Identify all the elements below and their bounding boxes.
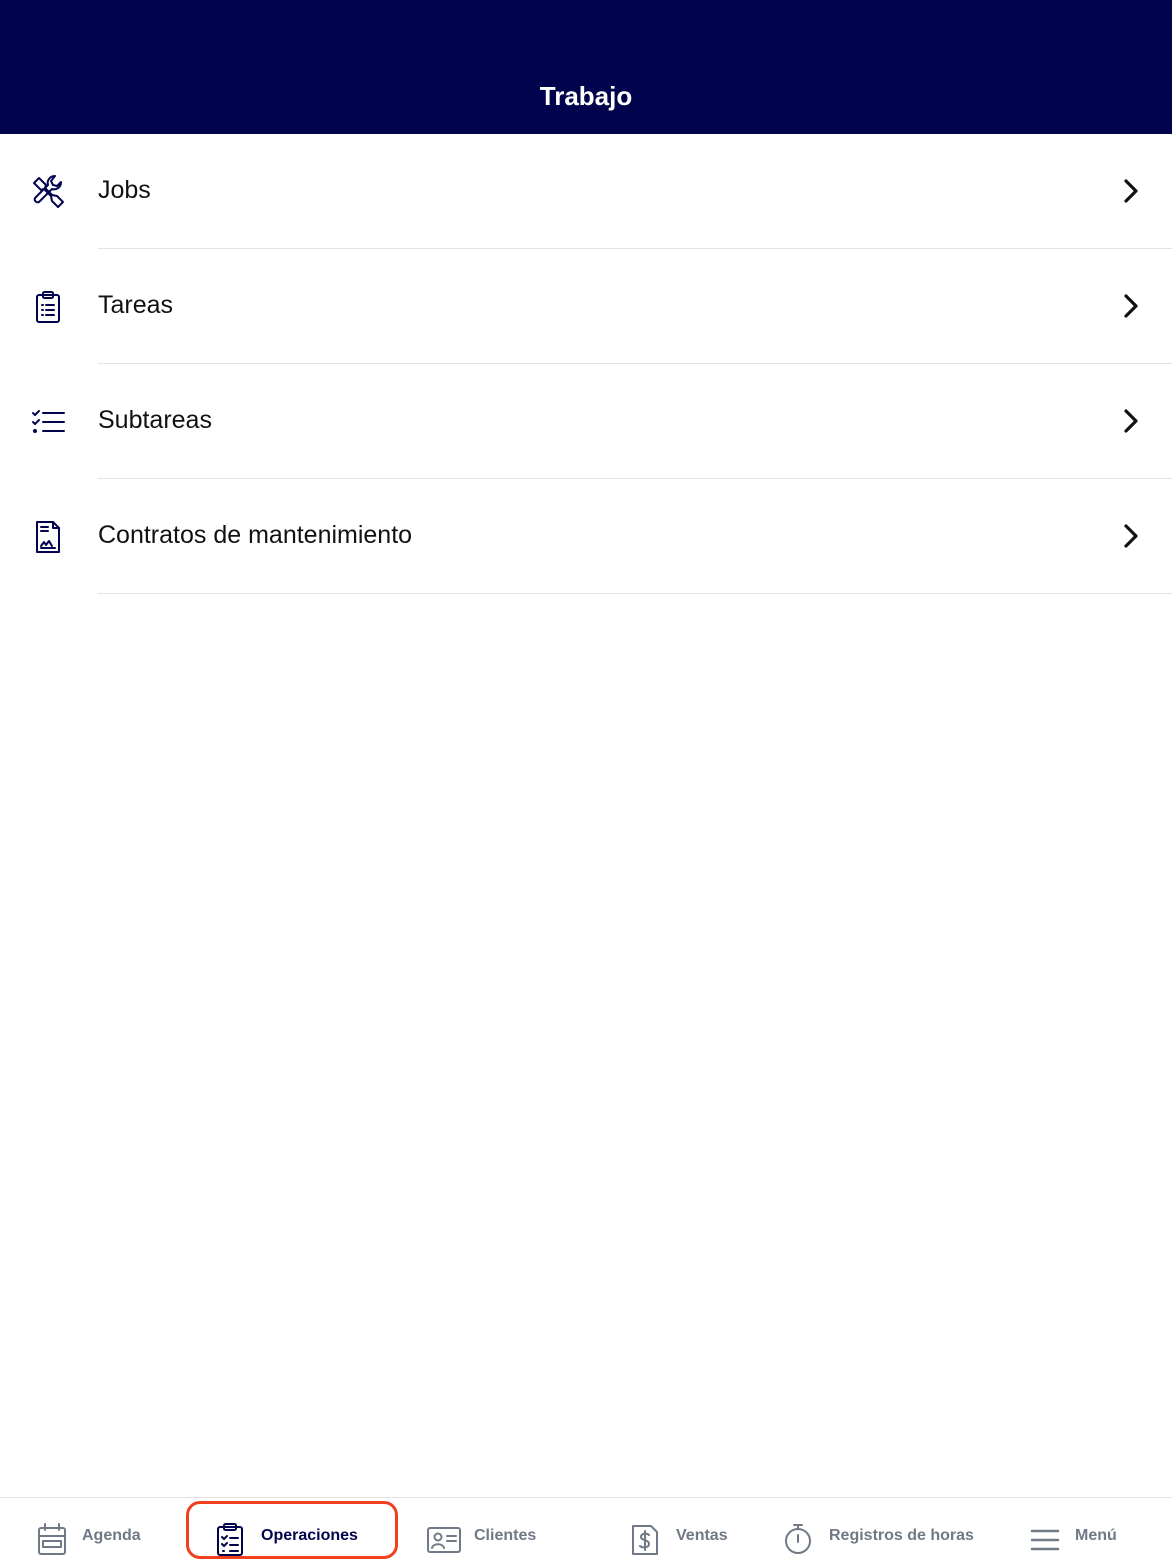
tab-agenda[interactable]: Agenda bbox=[0, 1498, 180, 1565]
contact-card-icon bbox=[427, 1527, 461, 1553]
tab-clientes[interactable]: Clientes bbox=[410, 1498, 600, 1565]
tab-label: Agenda bbox=[82, 1527, 141, 1544]
tab-registros-de-horas[interactable]: Registros de horas bbox=[770, 1498, 1000, 1565]
divider bbox=[98, 593, 1172, 594]
tab-ventas[interactable]: Ventas bbox=[610, 1498, 760, 1565]
dollar-document-icon bbox=[632, 1525, 658, 1555]
chevron-right-icon bbox=[1124, 409, 1138, 433]
menu-item-subtareas[interactable]: Subtareas bbox=[0, 364, 1172, 479]
stopwatch-icon bbox=[785, 1524, 811, 1554]
menu-item-jobs[interactable]: Jobs bbox=[0, 134, 1172, 249]
tab-label: Menú bbox=[1075, 1527, 1117, 1544]
contract-document-icon bbox=[36, 521, 60, 553]
menu-item-tareas[interactable]: Tareas bbox=[0, 249, 1172, 364]
calendar-icon bbox=[38, 1523, 66, 1555]
tab-label: Registros de horas bbox=[829, 1527, 974, 1544]
highlight-annotation bbox=[186, 1501, 398, 1559]
tools-icon bbox=[33, 175, 64, 208]
hamburger-menu-icon bbox=[1030, 1529, 1060, 1551]
tab-label: Clientes bbox=[474, 1527, 537, 1544]
menu-item-label: Tareas bbox=[98, 291, 174, 319]
page-title: Trabajo bbox=[539, 81, 633, 111]
menu-item-label: Jobs bbox=[98, 176, 151, 204]
tab-label: Ventas bbox=[676, 1527, 728, 1544]
bottom-tab-bar: Agenda Operaciones Clientes Ventas Regis… bbox=[0, 1497, 1172, 1565]
chevron-right-icon bbox=[1124, 179, 1138, 203]
menu-list: Jobs Tareas Subtareas Contratos de mante… bbox=[0, 134, 1172, 594]
checklist-icon bbox=[32, 410, 65, 433]
menu-item-label: Subtareas bbox=[98, 406, 212, 434]
app-header: Trabajo bbox=[0, 0, 1172, 134]
tab-menu[interactable]: Menú bbox=[1010, 1498, 1172, 1565]
chevron-right-icon bbox=[1124, 294, 1138, 318]
menu-item-label: Contratos de mantenimiento bbox=[98, 521, 413, 549]
menu-item-contratos[interactable]: Contratos de mantenimiento bbox=[0, 479, 1172, 594]
clipboard-list-icon bbox=[36, 291, 60, 323]
chevron-right-icon bbox=[1124, 524, 1138, 548]
